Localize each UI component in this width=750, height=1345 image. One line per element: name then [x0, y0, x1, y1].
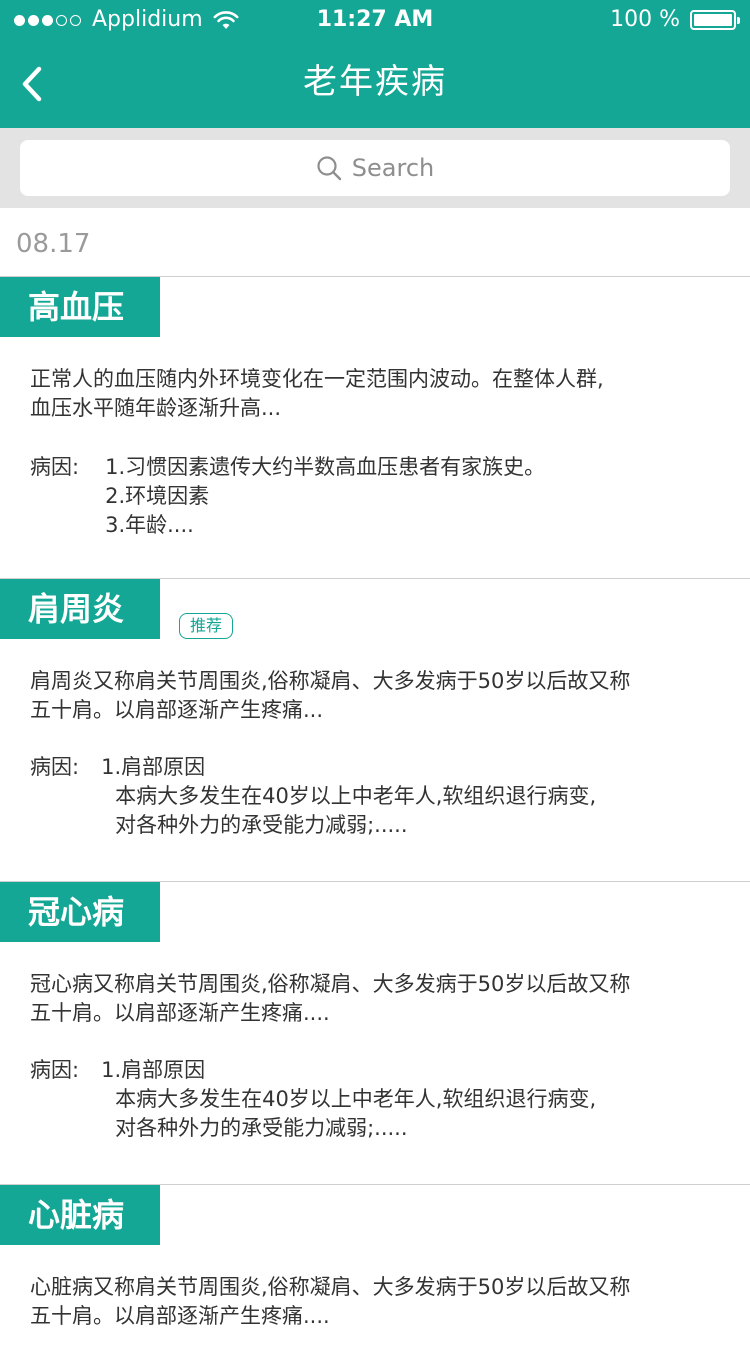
status-bar: Applidium 11:27 AM 100 %	[0, 0, 750, 40]
disease-title[interactable]: 心脏病	[0, 1185, 160, 1245]
cause-label: 病因:	[30, 755, 80, 779]
status-right: 100 %	[610, 0, 740, 40]
search-placeholder: Search	[351, 154, 435, 182]
app-header: Applidium 11:27 AM 100 % 老年疾病	[0, 0, 750, 128]
recommend-badge: 推荐	[179, 613, 234, 639]
disease-card[interactable]: 心脏病 心脏病又称肩关节周围炎,俗称凝肩、大多发病于50岁以后故又称 五十肩。以…	[0, 1185, 750, 1345]
page-title: 老年疾病	[303, 62, 447, 102]
disease-card[interactable]: 高血压 正常人的血压随内外环境变化在一定范围内波动。在整体人群, 血压水平随年龄…	[0, 277, 750, 579]
search-bar: Search	[0, 128, 750, 208]
search-input[interactable]: Search	[20, 140, 730, 196]
battery-icon	[690, 10, 740, 30]
disease-title[interactable]: 高血压	[0, 277, 160, 337]
disease-card[interactable]: 肩周炎 推荐 肩周炎又称肩关节周围炎,俗称凝肩、大多发病于50岁以后故又称 五十…	[0, 579, 750, 882]
disease-description: 心脏病又称肩关节周围炎,俗称凝肩、大多发病于50岁以后故又称 五十肩。以肩部逐渐…	[30, 1275, 631, 1328]
disease-description: 冠心病又称肩关节周围炎,俗称凝肩、大多发病于50岁以后故又称 五十肩。以肩部逐渐…	[30, 972, 631, 1025]
disease-title[interactable]: 肩周炎	[0, 579, 160, 639]
cause-label: 病因:	[30, 455, 80, 479]
battery-percentage: 100 %	[610, 7, 680, 32]
disease-description: 肩周炎又称肩关节周围炎,俗称凝肩、大多发病于50岁以后故又称 五十肩。以肩部逐渐…	[30, 669, 631, 722]
cause-label: 病因:	[30, 1058, 80, 1082]
search-icon	[317, 156, 341, 181]
disease-description: 正常人的血压随内外环境变化在一定范围内波动。在整体人群, 血压水平随年龄逐渐升高…	[30, 367, 604, 420]
disease-cause: 病因: 1.习惯因素遗传大约半数高血压患者有家族史。 2.环境因素 3.年龄..…	[30, 453, 730, 540]
disease-title[interactable]: 冠心病	[0, 882, 160, 942]
disease-card[interactable]: 冠心病 冠心病又称肩关节周围炎,俗称凝肩、大多发病于50岁以后故又称 五十肩。以…	[0, 882, 750, 1185]
disease-cause: 病因: 1.肩部原因 本病大多发生在40岁以上中老年人,软组织退行病变, 对各种…	[30, 1056, 730, 1143]
nav-bar: 老年疾病	[0, 40, 750, 128]
date-header: 08.17	[0, 208, 750, 277]
disease-cause: 病因: 1.肩部原因 本病大多发生在40岁以上中老年人,软组织退行病变, 对各种…	[30, 753, 730, 840]
